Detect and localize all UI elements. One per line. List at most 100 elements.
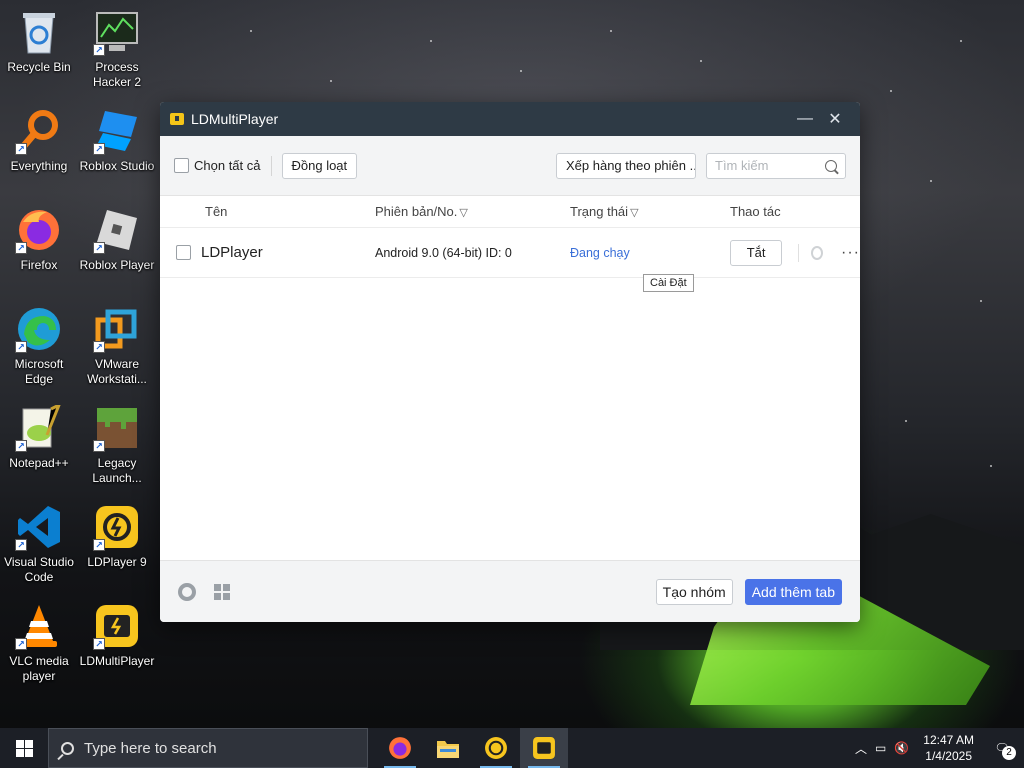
action-divider [798,243,799,262]
minecraft-grass-block-icon: ↗ [93,404,141,452]
desktop-icon-vmware[interactable]: ↗ VMware Workstati... [78,305,156,387]
minimize-button[interactable]: — [790,110,820,128]
system-tray: ︿ ▭ 🔇 12:47 AM 1/4/2025 🗨 2 [855,732,1024,764]
shortcut-arrow-icon: ↗ [93,440,105,452]
taskbar-firefox[interactable] [376,728,424,768]
column-header-version-label: Phiên bản/No. [375,204,458,219]
shortcut-arrow-icon: ↗ [15,440,27,452]
toolbar-divider [270,155,272,176]
desktop-icon-label: Legacy Launch... [92,456,142,485]
search-icon[interactable] [825,159,837,172]
desktop-icon-ldplayer9[interactable]: ↗ LDPlayer 9 [78,503,156,570]
shortcut-arrow-icon: ↗ [15,638,27,650]
ldmultiplayer-logo-icon [170,113,184,125]
ldplayer-icon: ↗ [93,503,141,551]
notification-center-button[interactable]: 🗨 2 [988,734,1016,762]
search-input[interactable] [715,158,825,173]
select-all-label: Chọn tất cả [194,158,261,173]
roblox-player-icon: ↗ [93,206,141,254]
more-options-icon[interactable]: ··· [841,244,860,262]
close-button[interactable]: ✕ [820,109,850,129]
desktop-icon-label: Process Hacker 2 [92,60,142,89]
roblox-studio-icon: ↗ [93,107,141,155]
desktop-icon-vscode[interactable]: ↗ Visual Studio Code [0,503,78,585]
window-footer: Tạo nhóm Add thêm tab [160,560,860,622]
desktop-icon-ldmultiplayer[interactable]: ↗ LDMultiPlayer [78,602,156,669]
search-box[interactable] [706,152,846,179]
desktop-icon-label: Recycle Bin [7,60,71,74]
taskbar-file-explorer[interactable] [424,728,472,768]
ldplayer-icon [485,737,507,759]
column-header-status-label: Trạng thái [570,204,629,219]
desktop-icon-legacy-launcher[interactable]: ↗ Legacy Launch... [78,404,156,486]
firefox-icon: ↗ [15,206,63,254]
taskbar-ldplayer[interactable] [472,728,520,768]
filter-icon[interactable]: ▽ [459,206,467,219]
desktop-icon-recycle-bin[interactable]: Recycle Bin [0,8,78,75]
desktop-icon-process-hacker[interactable]: ↗ Process Hacker 2 [78,8,156,90]
stop-instance-button[interactable]: Tắt [730,239,783,266]
desktop-icon-everything[interactable]: ↗ Everything [0,107,78,174]
chevron-up-icon[interactable]: ︿ [855,740,867,757]
desktop-icon-vlc[interactable]: ↗ VLC media player [0,602,78,684]
desktop-icon-label: Firefox [20,258,58,272]
row-name-cell: LDPlayer [160,244,375,261]
create-group-button[interactable]: Tạo nhóm [655,578,733,605]
recycle-bin-icon [15,8,63,56]
ldmultiplayer-window: LDMultiPlayer — ✕ Chọn tất cả Đồng loạt … [160,102,860,622]
windows-logo-icon [15,739,33,757]
desktop-icon-roblox-player[interactable]: ↗ Roblox Player [78,206,156,273]
taskbar-ldmultiplayer[interactable] [520,728,568,768]
desktop-icon-notepad-plus-plus[interactable]: ↗ Notepad++ [0,404,78,471]
batch-operation-button[interactable]: Đồng loạt [281,152,358,179]
network-icon[interactable]: ▭ [875,741,886,755]
settings-gear-icon[interactable] [178,582,196,601]
taskbar-search[interactable]: Type here to search [48,728,368,768]
clock[interactable]: 12:47 AM 1/4/2025 [917,732,980,764]
desktop-icon-label: Everything [10,159,68,173]
vlc-cone-icon: ↗ [15,602,63,650]
row-checkbox[interactable] [176,245,191,260]
desktop-icon-microsoft-edge[interactable]: ↗ Microsoft Edge [0,305,78,387]
filter-icon[interactable]: ▽ [630,206,638,219]
desktop-icon-label: Roblox Studio [79,159,155,173]
desktop-icon-firefox[interactable]: ↗ Firefox [0,206,78,273]
start-button[interactable] [0,728,48,768]
desktop-icon-label: VLC media player [9,654,69,683]
desktop-icon-label: LDPlayer 9 [87,555,147,569]
notification-count-badge: 2 [1002,746,1016,760]
column-header-action: Thao tác [730,204,781,219]
select-all-checkbox-box[interactable] [174,158,189,173]
instance-version: Android 9.0 (64-bit) ID: 0 [375,245,512,260]
shortcut-arrow-icon: ↗ [93,143,105,155]
desktop-icon-label: Notepad++ [9,456,69,470]
instance-settings-gear-icon[interactable] [810,245,824,260]
clock-time: 12:47 AM [923,733,974,747]
column-header-version[interactable]: Phiên bản/No. ▽ [375,204,570,219]
taskbar-search-placeholder: Type here to search [84,739,217,757]
window-titlebar[interactable]: LDMultiPlayer — ✕ [160,102,860,136]
instance-list-empty-area [160,278,860,561]
grid-view-icon[interactable] [214,583,230,600]
sort-dropdown[interactable]: Xếp hàng theo phiên ... [556,152,696,179]
select-all-checkbox[interactable]: Chọn tất cả [174,158,261,173]
instance-name: LDPlayer [201,244,263,261]
instance-status: Đang chạy [570,245,630,260]
taskbar-apps [376,728,568,768]
settings-tooltip: Cài Đặt [643,274,694,292]
firefox-icon [389,737,411,759]
desktop-icon-label: VMware Workstati... [87,357,147,386]
desktop-icon-label: Roblox Player [79,258,155,272]
folder-icon [437,741,459,758]
desktop-icon-label: LDMultiPlayer [79,654,155,668]
shortcut-arrow-icon: ↗ [15,143,27,155]
column-header-status[interactable]: Trạng thái ▽ [570,204,730,219]
table-row: LDPlayer Android 9.0 (64-bit) ID: 0 Đang… [160,228,860,278]
volume-muted-icon[interactable]: 🔇 [894,741,909,755]
desktop-icon-roblox-studio[interactable]: ↗ Roblox Studio [78,107,156,174]
clock-date: 1/4/2025 [925,749,972,763]
column-header-name: Tên [205,204,228,219]
row-actions: Tắt ··· [730,239,860,266]
shortcut-arrow-icon: ↗ [93,242,105,254]
add-tab-button[interactable]: Add thêm tab [744,578,842,605]
